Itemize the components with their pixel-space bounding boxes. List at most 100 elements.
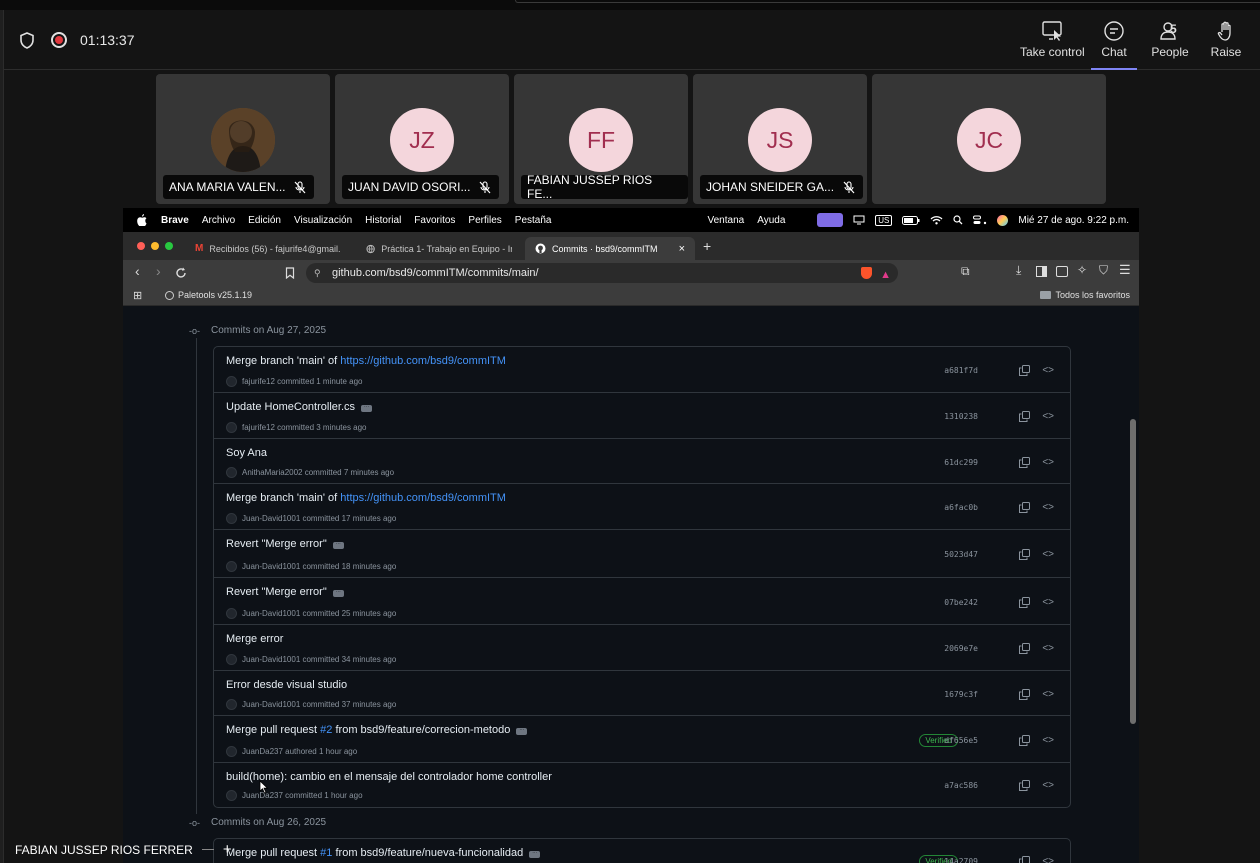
- commit-row[interactable]: Merge pull request #2 from bsd9/feature/…: [214, 716, 1070, 763]
- commit-row[interactable]: Merge pull request #1 from bsd9/feature/…: [214, 839, 1070, 863]
- commit-message[interactable]: build(home): cambio en el mensaje del co…: [226, 771, 552, 783]
- brave-shield-icon[interactable]: [861, 267, 872, 279]
- menu-visualizacion[interactable]: Visualización: [294, 215, 352, 226]
- menu-favoritos[interactable]: Favoritos: [414, 215, 455, 226]
- take-control-button[interactable]: Take control: [1020, 20, 1085, 66]
- close-window-button[interactable]: [137, 242, 145, 250]
- menu-ventana[interactable]: Ventana: [707, 215, 744, 226]
- commit-sha[interactable]: df656e5: [944, 736, 978, 745]
- scrollbar[interactable]: [1129, 324, 1137, 863]
- leo-ai-icon[interactable]: ✧: [1077, 263, 1087, 277]
- browse-code-icon[interactable]: <>: [1042, 689, 1054, 700]
- participant-tile[interactable]: JZ JUAN DAVID OSORI...: [335, 74, 509, 204]
- copy-icon[interactable]: [1019, 735, 1030, 746]
- commit-sha[interactable]: a7ac586: [944, 781, 978, 790]
- control-center-icon[interactable]: [973, 215, 987, 225]
- copy-icon[interactable]: [1019, 365, 1030, 376]
- commit-message[interactable]: Merge error: [226, 633, 283, 645]
- commit-link[interactable]: https://github.com/bsd9/commITM: [340, 492, 506, 504]
- author-avatar[interactable]: [226, 746, 237, 757]
- search-icon[interactable]: [953, 215, 963, 225]
- participant-tile[interactable]: JS JOHAN SNEIDER GA...: [693, 74, 867, 204]
- commit-row[interactable]: Error desde visual studio Juan-David1001 …: [214, 671, 1070, 716]
- copy-icon[interactable]: [1019, 549, 1030, 560]
- commit-sha[interactable]: 5023d47: [944, 550, 978, 559]
- author-avatar[interactable]: [226, 561, 237, 572]
- vpn-icon[interactable]: ⛉: [1099, 263, 1108, 278]
- browse-code-icon[interactable]: <>: [1042, 780, 1054, 791]
- copy-icon[interactable]: [1019, 643, 1030, 654]
- bookmark-item[interactable]: Paletools v25.1.19: [165, 290, 252, 300]
- wifi-icon[interactable]: [930, 215, 943, 225]
- commit-link[interactable]: https://github.com/bsd9/commITM: [340, 355, 506, 367]
- expand-message-button[interactable]: ···: [361, 405, 373, 412]
- participant-tile[interactable]: JC: [872, 74, 1106, 204]
- browse-code-icon[interactable]: <>: [1042, 597, 1054, 608]
- author-avatar[interactable]: [226, 467, 237, 478]
- participant-tile[interactable]: ANA MARIA VALEN...: [156, 74, 330, 204]
- keyboard-layout[interactable]: US: [875, 214, 893, 226]
- author-avatar[interactable]: [226, 790, 237, 801]
- commit-message[interactable]: Revert "Merge error" ···: [226, 586, 344, 598]
- menu-brave[interactable]: Brave: [161, 215, 189, 226]
- zoom-window-button[interactable]: [165, 242, 173, 250]
- commit-row[interactable]: Revert "Merge error" ··· Juan-David1001 co…: [214, 530, 1070, 578]
- raise-hand-button[interactable]: Raise: [1211, 20, 1241, 66]
- plus-icon[interactable]: +: [223, 841, 232, 858]
- screen-share-icon[interactable]: [817, 213, 844, 227]
- commit-link[interactable]: #1: [320, 847, 332, 859]
- expand-message-button[interactable]: ···: [516, 728, 528, 735]
- commit-row[interactable]: Soy Ana AnithaMaria2002 committed 7 minut…: [214, 439, 1070, 484]
- browse-code-icon[interactable]: <>: [1042, 365, 1054, 376]
- commit-row[interactable]: build(home): cambio en el mensaje del co…: [214, 763, 1070, 807]
- copy-icon[interactable]: [1019, 780, 1030, 791]
- browse-code-icon[interactable]: <>: [1042, 735, 1054, 746]
- copy-icon[interactable]: [1019, 689, 1030, 700]
- expand-message-button[interactable]: ···: [332, 542, 344, 549]
- menu-icon[interactable]: ☰: [1119, 262, 1131, 278]
- commit-sha[interactable]: 61dc299: [944, 458, 978, 467]
- display-icon[interactable]: [853, 215, 865, 225]
- commit-row[interactable]: Merge branch 'main' of https://github.co…: [214, 484, 1070, 530]
- commit-sha[interactable]: 14a2709: [944, 857, 978, 863]
- siri-icon[interactable]: [997, 214, 1009, 226]
- commit-sha[interactable]: 07be242: [944, 598, 978, 607]
- commit-message[interactable]: Merge branch 'main' of https://github.co…: [226, 492, 506, 504]
- browse-code-icon[interactable]: <>: [1042, 549, 1054, 560]
- close-tab-icon[interactable]: ×: [679, 243, 685, 255]
- menu-perfiles[interactable]: Perfiles: [468, 215, 501, 226]
- commit-sha[interactable]: a681f7d: [944, 366, 978, 375]
- site-info-icon[interactable]: ⚲: [314, 263, 321, 283]
- reload-icon[interactable]: [175, 267, 187, 279]
- author-avatar[interactable]: [226, 422, 237, 433]
- author-avatar[interactable]: [226, 376, 237, 387]
- bookmark-icon[interactable]: [285, 267, 295, 279]
- menu-ayuda[interactable]: Ayuda: [757, 215, 785, 226]
- copy-icon[interactable]: [1019, 856, 1030, 863]
- browser-tab[interactable]: M Recibidos (56) - fajurife4@gmail.c: [185, 237, 350, 260]
- commit-message[interactable]: Soy Ana: [226, 447, 267, 459]
- expand-message-button[interactable]: ···: [332, 590, 344, 597]
- browse-code-icon[interactable]: <>: [1042, 643, 1054, 654]
- commit-sha[interactable]: 2069e7e: [944, 644, 978, 653]
- commit-sha[interactable]: 1310238: [944, 412, 978, 421]
- author-avatar[interactable]: [226, 699, 237, 710]
- extensions-icon[interactable]: ⧉: [961, 264, 970, 279]
- expand-message-button[interactable]: ···: [529, 851, 541, 858]
- menu-historial[interactable]: Historial: [365, 215, 401, 226]
- menu-edicion[interactable]: Edición: [248, 215, 281, 226]
- people-button[interactable]: 5 People: [1150, 20, 1190, 66]
- copy-icon[interactable]: [1019, 597, 1030, 608]
- menu-archivo[interactable]: Archivo: [202, 215, 235, 226]
- commit-row[interactable]: Update HomeController.cs ··· fajurife12 co…: [214, 393, 1070, 439]
- scrollbar-thumb[interactable]: [1130, 419, 1136, 724]
- commit-message[interactable]: Update HomeController.cs ···: [226, 401, 373, 413]
- commit-row[interactable]: Revert "Merge error" ··· Juan-David1001 co…: [214, 578, 1070, 625]
- participant-tile[interactable]: FF FABIAN JUSSEP RIOS FE...: [514, 74, 688, 204]
- brave-rewards-icon[interactable]: ▲: [880, 265, 891, 285]
- commit-sha[interactable]: a6fac0b: [944, 503, 978, 512]
- author-avatar[interactable]: [226, 654, 237, 665]
- commit-row[interactable]: Merge branch 'main' of https://github.co…: [214, 347, 1070, 393]
- commit-message[interactable]: Merge pull request #2 from bsd9/feature/…: [226, 724, 528, 736]
- commit-row[interactable]: Merge error Juan-David1001 committed 34 m…: [214, 625, 1070, 671]
